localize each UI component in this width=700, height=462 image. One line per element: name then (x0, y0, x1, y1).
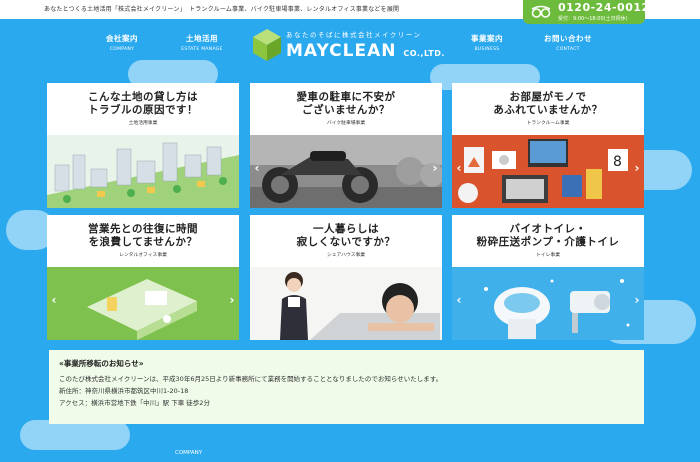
card-category: 土地活用事業 (128, 121, 158, 126)
card-land-use[interactable]: こんな土地の貸し方は トラブルの原因です！ 土地活用事業 (47, 83, 239, 208)
card-header: こんな土地の貸し方は トラブルの原因です！ 土地活用事業 (47, 83, 239, 135)
phone-hours: 受付：9:00〜18:00(土日祝休) (558, 16, 628, 22)
nav-company-label: 会社案内 (106, 34, 138, 43)
phone-number: 0120-24-0012 (558, 1, 650, 14)
phone-contact[interactable]: 0120-24-0012 受付：9:00〜18:00(土日祝休) (523, 0, 649, 24)
notice-title: «事業所移転のお知らせ» (59, 359, 144, 368)
notice-access: アクセス：横浜市営地下鉄「中川」駅 下車 徒歩2分 (59, 399, 210, 407)
nav-contact[interactable]: お問い合わせ CONTACT (528, 33, 608, 52)
nav-business-sub: BUSINESS (474, 47, 500, 52)
card-category: レンタルオフィス事業 (119, 253, 167, 258)
motorcycle-photo (250, 135, 442, 208)
nav-company-sub: COMPANY (109, 47, 135, 52)
cube-logo-icon (253, 29, 281, 61)
card-header: 営業先との往復に時間 を浪費してませんか？ レンタルオフィス事業 (47, 215, 239, 267)
card-category: シェアハウス事業 (326, 253, 366, 258)
nav-business[interactable]: 事業案内 BUSINESS (447, 33, 527, 52)
share-house-photo (250, 267, 442, 340)
carousel-prev-arrow[interactable]: ‹ (454, 161, 464, 175)
card-header: 一人暮らしは 寂しくないですか？ シェアハウス事業 (250, 215, 442, 267)
card-header: お部屋がモノで あふれていませんか？ トランクルーム事業 (452, 83, 644, 135)
logo-suffix: CO.,LTD. (403, 49, 445, 58)
card-title: 愛車の駐車に不安が ございませんか？ (296, 91, 396, 116)
card-category: トランクルーム事業 (526, 121, 570, 126)
site-tagline: あなたとつくる土地活用「株式会社メイクリーン」 トランクルーム事業、バイク駐車場… (44, 6, 400, 13)
nav-company[interactable]: 会社案内 COMPANY (82, 33, 162, 52)
card-category: バイク駐車場事業 (326, 121, 366, 126)
carousel-next-arrow[interactable]: › (430, 161, 440, 175)
city-illustration (47, 135, 239, 208)
cloud-decoration (20, 420, 130, 450)
carousel-prev-arrow[interactable]: ‹ (454, 293, 464, 307)
card-trunk-room[interactable]: お部屋がモノで あふれていませんか？ トランクルーム事業 8 ‹ › (452, 83, 644, 208)
card-share-house[interactable]: 一人暮らしは 寂しくないですか？ シェアハウス事業 (250, 215, 442, 340)
card-rental-office[interactable]: 営業先との往復に時間 を浪費してませんか？ レンタルオフィス事業 ‹ › (47, 215, 239, 340)
svg-text:8: 8 (613, 154, 622, 170)
site-logo[interactable]: あなたのそばに株式会社メイクリーン MAYCLEAN CO.,LTD. (252, 26, 448, 66)
card-toilet-business[interactable]: バイオトイレ・ 粉砕圧送ポンプ・介護トイレ トイレ事業 ‹ › (452, 215, 644, 340)
nav-estate-label: 土地活用 (186, 34, 218, 43)
notice-body: このたび株式会社メイクリーンは、平成30年6月25日より新事務所にて業務を開始す… (59, 375, 443, 383)
card-header: 愛車の駐車に不安が ございませんか？ バイク駐車場事業 (250, 83, 442, 135)
card-category: トイレ事業 (536, 253, 560, 258)
nav-estate-sub: ESTATE MANAGE (181, 47, 223, 52)
logo-wordmark: MAYCLEAN CO.,LTD. (286, 41, 445, 61)
toilet-illustration (452, 267, 644, 340)
card-header: バイオトイレ・ 粉砕圧送ポンプ・介護トイレ トイレ事業 (452, 215, 644, 267)
logo-subtitle: あなたのそばに株式会社メイクリーン (286, 31, 422, 39)
logo-main-text: MAYCLEAN (286, 41, 397, 61)
office-illustration (47, 267, 239, 340)
carousel-next-arrow[interactable]: › (632, 293, 642, 307)
storage-illustration: 8 (452, 135, 644, 208)
notice-address: 新住所：神奈川県横浜市都筑区中川1-20-18 (59, 387, 189, 395)
card-title: 一人暮らしは 寂しくないですか？ (296, 223, 396, 248)
relocation-notice: «事業所移転のお知らせ» このたび株式会社メイクリーンは、平成30年6月25日よ… (49, 350, 644, 424)
nav-contact-label: お問い合わせ (544, 34, 592, 43)
card-bike-parking[interactable]: 愛車の駐車に不安が ございませんか？ バイク駐車場事業 ‹ › (250, 83, 442, 208)
card-title: 営業先との往復に時間 を浪費してませんか？ (88, 223, 198, 248)
nav-estate[interactable]: 土地活用 ESTATE MANAGE (162, 33, 242, 52)
nav-business-label: 事業案内 (471, 34, 503, 43)
card-title: こんな土地の貸し方は トラブルの原因です！ (88, 91, 198, 116)
carousel-prev-arrow[interactable]: ‹ (252, 161, 262, 175)
carousel-prev-arrow[interactable]: ‹ (49, 293, 59, 307)
carousel-next-arrow[interactable]: › (632, 161, 642, 175)
carousel-next-arrow[interactable]: › (227, 293, 237, 307)
card-title: お部屋がモノで あふれていませんか？ (493, 91, 603, 116)
footer-company-link[interactable]: COMPANY (175, 450, 202, 456)
card-title: バイオトイレ・ 粉砕圧送ポンプ・介護トイレ (476, 223, 620, 248)
phone-icon (531, 5, 551, 18)
nav-contact-sub: CONTACT (556, 47, 580, 52)
